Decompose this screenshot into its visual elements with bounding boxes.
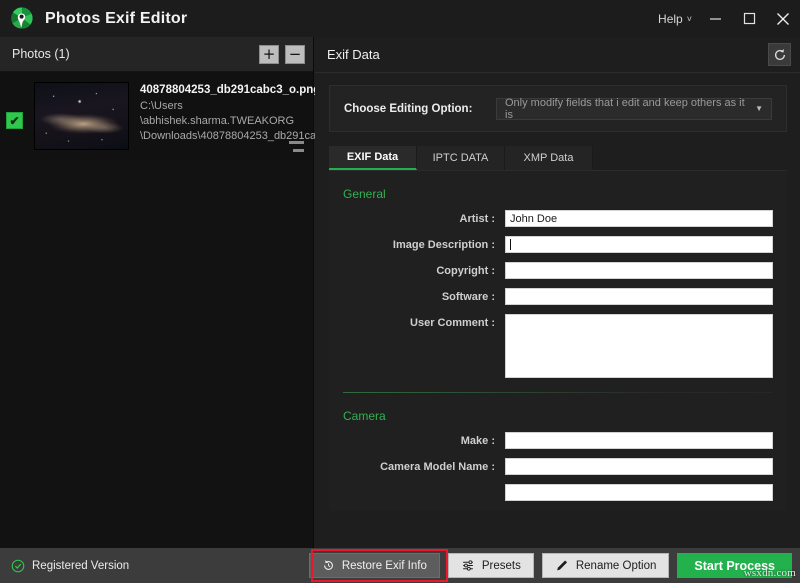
camera-model-name-field[interactable] bbox=[505, 458, 773, 475]
photos-count-label: Photos (1) bbox=[12, 47, 70, 61]
photo-path-line-3: \Downloads\40878804253_db291ca... bbox=[140, 129, 305, 144]
field-row-next bbox=[329, 484, 787, 501]
make-field[interactable] bbox=[505, 432, 773, 449]
photos-sidebar: Photos (1) + − ✔ 40878804253_db291cabc3_… bbox=[0, 37, 314, 548]
field-row-artist: Artist : John Doe bbox=[329, 210, 787, 227]
maximize-icon[interactable] bbox=[732, 0, 766, 37]
photo-path: C:\Users \abhishek.sharma.TWEAKORG \Down… bbox=[140, 99, 305, 144]
editing-option-value: Only modify fields that i edit and keep … bbox=[505, 97, 755, 121]
photo-filename: 40878804253_db291cabc3_o.png bbox=[140, 84, 305, 96]
next-field[interactable] bbox=[505, 484, 773, 501]
sidebar-header: Photos (1) + − bbox=[0, 37, 313, 72]
list-item[interactable]: ✔ 40878804253_db291cabc3_o.png C:\Users … bbox=[0, 72, 313, 159]
editing-option-label: Choose Editing Option: bbox=[344, 103, 472, 115]
photo-path-line-1: C:\Users bbox=[140, 99, 305, 114]
add-photo-button[interactable]: + bbox=[259, 45, 279, 64]
action-buttons: Restore Exif Info Presets bbox=[309, 553, 792, 578]
check-circle-icon bbox=[11, 559, 25, 573]
artist-field[interactable]: John Doe bbox=[505, 210, 773, 227]
refresh-icon[interactable] bbox=[768, 43, 791, 66]
rename-option-label: Rename Option bbox=[576, 560, 657, 572]
app-window: Photos Exif Editor Help ˅ Photos (1) + − bbox=[0, 0, 800, 583]
help-menu-button[interactable]: Help ˅ bbox=[652, 0, 698, 37]
copyright-label: Copyright : bbox=[329, 262, 505, 277]
next-field-label bbox=[329, 484, 505, 487]
field-row-software: Software : bbox=[329, 288, 787, 305]
field-row-camera-model-name: Camera Model Name : bbox=[329, 458, 787, 475]
text-cursor bbox=[510, 239, 511, 250]
presets-button[interactable]: Presets bbox=[448, 553, 534, 578]
presets-label: Presets bbox=[482, 560, 521, 572]
editing-option-select[interactable]: Only modify fields that i edit and keep … bbox=[496, 98, 772, 120]
pencil-icon bbox=[555, 559, 569, 572]
field-row-copyright: Copyright : bbox=[329, 262, 787, 279]
photo-meta: 40878804253_db291cabc3_o.png C:\Users \a… bbox=[140, 82, 305, 144]
exif-form: General Artist : John Doe Image Descript… bbox=[329, 170, 787, 511]
make-label: Make : bbox=[329, 432, 505, 447]
restore-clock-icon bbox=[322, 559, 335, 572]
image-description-label: Image Description : bbox=[329, 236, 505, 251]
close-icon[interactable] bbox=[766, 0, 800, 37]
page-title: Exif Data bbox=[327, 47, 380, 62]
watermark: wsxdn.com bbox=[744, 567, 796, 579]
remove-photo-button[interactable]: − bbox=[285, 45, 305, 64]
chevron-down-icon: ˅ bbox=[687, 14, 692, 24]
field-row-user-comment: User Comment : bbox=[329, 314, 787, 378]
section-title-general: General bbox=[343, 187, 787, 201]
camera-model-name-label: Camera Model Name : bbox=[329, 458, 505, 473]
registered-status: Registered Version bbox=[11, 559, 129, 573]
app-title: Photos Exif Editor bbox=[45, 10, 187, 28]
field-row-make: Make : bbox=[329, 432, 787, 449]
photo-path-line-2: \abhishek.sharma.TWEAKORG bbox=[140, 114, 305, 129]
tab-exif-data[interactable]: EXIF Data bbox=[329, 146, 417, 170]
restore-exif-info-button[interactable]: Restore Exif Info bbox=[309, 553, 440, 578]
sidebar-actions: + − bbox=[259, 45, 305, 64]
photo-checkbox[interactable]: ✔ bbox=[6, 112, 23, 129]
section-divider bbox=[343, 392, 773, 393]
image-description-field[interactable] bbox=[505, 236, 773, 253]
window-controls: Help ˅ bbox=[652, 0, 800, 37]
photo-thumbnail bbox=[34, 82, 129, 150]
section-title-camera: Camera bbox=[343, 409, 787, 423]
rename-option-button[interactable]: Rename Option bbox=[542, 553, 670, 578]
tab-xmp-data[interactable]: XMP Data bbox=[505, 146, 593, 170]
help-label: Help bbox=[658, 12, 683, 26]
artist-label: Artist : bbox=[329, 210, 505, 225]
tab-iptc-data[interactable]: IPTC DATA bbox=[417, 146, 505, 170]
field-row-image-description: Image Description : bbox=[329, 236, 787, 253]
software-field[interactable] bbox=[505, 288, 773, 305]
user-comment-field[interactable] bbox=[505, 314, 773, 378]
minimize-icon[interactable] bbox=[698, 0, 732, 37]
chevron-down-icon: ▼ bbox=[755, 104, 763, 113]
exif-panel: Exif Data Choose Editing Option: Only mo… bbox=[315, 37, 800, 548]
item-menu-icon[interactable] bbox=[289, 141, 304, 152]
software-label: Software : bbox=[329, 288, 505, 303]
registered-label: Registered Version bbox=[32, 560, 129, 572]
sliders-icon bbox=[461, 559, 475, 572]
aperture-logo-icon bbox=[9, 6, 35, 32]
user-comment-label: User Comment : bbox=[329, 314, 505, 329]
editing-option-card: Choose Editing Option: Only modify field… bbox=[329, 85, 787, 132]
exif-tabs: EXIF Data IPTC DATA XMP Data bbox=[329, 146, 800, 170]
status-bar: Registered Version Restore Exif Info bbox=[0, 548, 800, 583]
title-bar: Photos Exif Editor Help ˅ bbox=[0, 0, 800, 37]
restore-exif-info-label: Restore Exif Info bbox=[342, 560, 427, 572]
copyright-field[interactable] bbox=[505, 262, 773, 279]
panel-header: Exif Data bbox=[315, 37, 800, 73]
